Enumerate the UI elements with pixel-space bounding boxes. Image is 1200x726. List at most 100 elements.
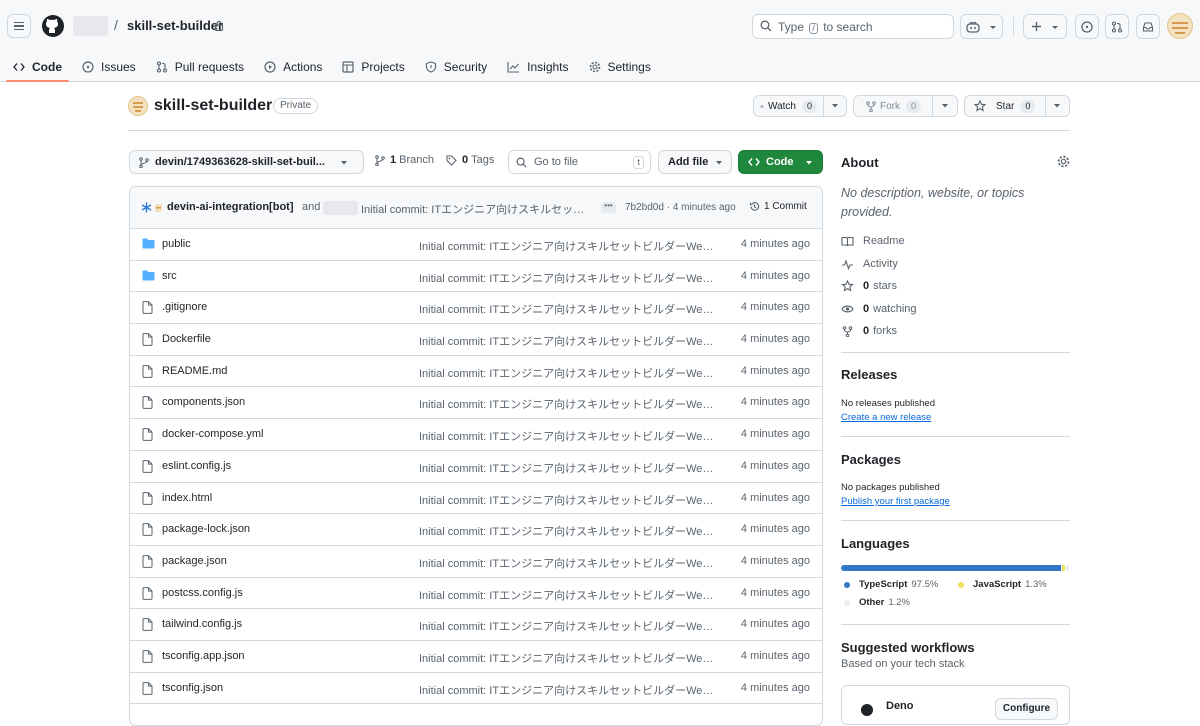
file-commit-message[interactable]: Initial commit: ITエンジニア向けスキルセットビルダーWeb..… bbox=[419, 492, 717, 508]
file-row[interactable]: components.json Initial commit: ITエンジニア向け… bbox=[130, 387, 822, 420]
file-row[interactable]: index.html Initial commit: ITエンジニア向けスキルセッ… bbox=[130, 483, 822, 515]
file-row[interactable]: tsconfig.json Initial commit: ITエンジニア向けスキ… bbox=[130, 673, 822, 705]
tab-actions[interactable]: Actions bbox=[257, 52, 329, 82]
file-row[interactable]: .gitignore Initial commit: ITエンジニア向けスキルセッ… bbox=[130, 292, 822, 325]
breadcrumb-repo-link[interactable]: skill-set-builder bbox=[127, 18, 223, 33]
add-file-button[interactable]: Add file bbox=[658, 150, 732, 174]
file-name[interactable]: package-lock.json bbox=[162, 523, 250, 535]
coauthor-redacted[interactable] bbox=[323, 201, 358, 215]
file-commit-message[interactable]: Initial commit: ITエンジニア向けスキルセットビルダーWeb..… bbox=[419, 270, 717, 286]
file-name[interactable]: public bbox=[162, 238, 191, 250]
tags-link[interactable]: 0 Tags bbox=[446, 154, 494, 166]
file-commit-message[interactable]: Initial commit: ITエンジニア向けスキルセットビルダーWeb..… bbox=[419, 460, 717, 476]
file-commit-message[interactable]: Initial commit: ITエンジニア向けスキルセットビルダーWeb..… bbox=[419, 618, 717, 634]
file-commit-message[interactable]: Initial commit: ITエンジニア向けスキルセットビルダーWeb..… bbox=[419, 555, 717, 571]
file-commit-message[interactable]: Initial commit: ITエンジニア向けスキルセットビルダーWeb..… bbox=[419, 682, 717, 698]
gear-icon[interactable] bbox=[1057, 155, 1070, 168]
file-commit-message[interactable]: Initial commit: ITエンジニア向けスキルセットビルダーWeb..… bbox=[419, 523, 717, 539]
star-dropdown[interactable] bbox=[1046, 103, 1069, 109]
search-input[interactable]: Type / to search bbox=[752, 14, 954, 39]
file-name[interactable]: docker-compose.yml bbox=[162, 428, 263, 440]
file-name[interactable]: index.html bbox=[162, 492, 212, 504]
pull-requests-button[interactable] bbox=[1105, 14, 1129, 39]
repo-title[interactable]: skill-set-builder bbox=[154, 97, 272, 115]
file-row[interactable]: public Initial commit: ITエンジニア向けスキルセットビルダ… bbox=[130, 229, 822, 261]
create-release-link[interactable]: Create a new release bbox=[841, 412, 931, 423]
publish-package-link[interactable]: Publish your first package bbox=[841, 496, 950, 507]
tab-issues[interactable]: Issues bbox=[75, 52, 143, 82]
star-button[interactable]: Star 0 bbox=[964, 95, 1070, 117]
file-commit-message[interactable]: Initial commit: ITエンジニア向けスキルセットビルダーWeb..… bbox=[419, 587, 717, 603]
file-name[interactable]: tsconfig.json bbox=[162, 682, 223, 694]
commit-message[interactable]: Initial commit: ITエンジニア向けスキルセットビルダーWeb..… bbox=[361, 201, 593, 217]
commit-author[interactable]: devin-ai-integration[bot] bbox=[167, 201, 294, 213]
file-name[interactable]: components.json bbox=[162, 396, 245, 408]
language-javascript[interactable]: JavaScript 1.3% bbox=[958, 579, 1047, 590]
file-name[interactable]: postcss.config.js bbox=[162, 587, 243, 599]
language-typescript[interactable]: TypeScript 97.5% bbox=[844, 579, 938, 590]
file-row[interactable]: README.md Initial commit: ITエンジニア向けスキルセット… bbox=[130, 356, 822, 388]
branch-selector[interactable]: devin/1749363628-skill-set-buil... bbox=[129, 150, 364, 174]
create-new-button[interactable] bbox=[1023, 14, 1067, 39]
tab-settings[interactable]: Settings bbox=[582, 52, 658, 82]
tab-pull-requests[interactable]: Pull requests bbox=[149, 52, 251, 82]
configure-button[interactable]: Configure bbox=[995, 698, 1058, 720]
watch-main[interactable]: Watch 0 bbox=[754, 96, 824, 116]
issues-button[interactable] bbox=[1075, 14, 1099, 39]
user-avatar[interactable] bbox=[1167, 13, 1193, 39]
readme-link[interactable]: Readme bbox=[841, 235, 905, 247]
stars-link[interactable]: 0 stars bbox=[841, 280, 897, 292]
file-name[interactable]: package.json bbox=[162, 555, 227, 567]
file-name[interactable]: tsconfig.app.json bbox=[162, 650, 245, 662]
packages-heading[interactable]: Packages bbox=[841, 452, 901, 467]
releases-heading[interactable]: Releases bbox=[841, 367, 897, 382]
file-commit-message[interactable]: Initial commit: ITエンジニア向けスキルセットビルダーWeb..… bbox=[419, 428, 717, 444]
file-name[interactable]: Dockerfile bbox=[162, 333, 211, 345]
branches-link[interactable]: 1 Branch bbox=[375, 154, 434, 166]
file-name[interactable]: eslint.config.js bbox=[162, 460, 231, 472]
file-name[interactable]: README.md bbox=[162, 365, 227, 377]
file-commit-message[interactable]: Initial commit: ITエンジニア向けスキルセットビルダーWeb..… bbox=[419, 301, 717, 317]
file-row[interactable]: package.json Initial commit: ITエンジニア向けスキル… bbox=[130, 546, 822, 578]
menu-button[interactable] bbox=[7, 14, 31, 38]
copilot-button[interactable] bbox=[960, 14, 1003, 39]
star-main[interactable]: Star 0 bbox=[965, 96, 1046, 116]
owner-name-redacted[interactable] bbox=[73, 16, 108, 36]
file-name[interactable]: .gitignore bbox=[162, 301, 207, 313]
file-commit-message[interactable]: Initial commit: ITエンジニア向けスキルセットビルダーWeb..… bbox=[419, 650, 717, 666]
tab-security[interactable]: Security bbox=[418, 52, 494, 82]
tab-projects[interactable]: Projects bbox=[335, 52, 411, 82]
file-row[interactable]: docker-compose.yml Initial commit: ITエンジニ… bbox=[130, 419, 822, 451]
fork-main[interactable]: Fork 0 bbox=[854, 96, 933, 116]
tab-insights[interactable]: Insights bbox=[500, 52, 575, 82]
watch-button[interactable]: Watch 0 bbox=[753, 95, 847, 117]
code-button[interactable]: Code bbox=[738, 150, 823, 174]
go-to-file-input[interactable]: Go to file t bbox=[508, 150, 651, 174]
commits-link[interactable]: 1 Commit bbox=[749, 201, 807, 212]
commit-expand-button[interactable]: ••• bbox=[601, 202, 616, 213]
github-logo-icon[interactable] bbox=[41, 14, 65, 38]
file-commit-message[interactable]: Initial commit: ITエンジニア向けスキルセットビルダーWeb..… bbox=[419, 238, 717, 254]
watch-dropdown[interactable] bbox=[824, 103, 846, 109]
file-name[interactable]: tailwind.config.js bbox=[162, 618, 242, 630]
forks-link[interactable]: 0 forks bbox=[841, 325, 897, 337]
activity-link[interactable]: Activity bbox=[841, 258, 898, 270]
commit-sha-time[interactable]: 7b2bd0d · 4 minutes ago bbox=[625, 202, 736, 213]
file-row[interactable]: tsconfig.app.json Initial commit: ITエンジニア… bbox=[130, 641, 822, 673]
file-row[interactable]: package-lock.json Initial commit: ITエンジニア… bbox=[130, 514, 822, 546]
watching-link[interactable]: 0 watching bbox=[841, 303, 917, 315]
file-row[interactable]: postcss.config.js Initial commit: ITエンジニア… bbox=[130, 578, 822, 610]
file-name[interactable]: src bbox=[162, 270, 177, 282]
file-commit-message[interactable]: Initial commit: ITエンジニア向けスキルセットビルダーWeb..… bbox=[419, 396, 717, 412]
fork-button[interactable]: Fork 0 bbox=[853, 95, 958, 117]
file-commit-message[interactable]: Initial commit: ITエンジニア向けスキルセットビルダーWeb..… bbox=[419, 333, 717, 349]
file-row[interactable]: eslint.config.js Initial commit: ITエンジニア向… bbox=[130, 451, 822, 483]
fork-dropdown[interactable] bbox=[933, 103, 957, 109]
tab-code[interactable]: Code bbox=[0, 52, 69, 82]
inbox-button[interactable] bbox=[1136, 14, 1160, 39]
file-commit-message[interactable]: Initial commit: ITエンジニア向けスキルセットビルダーWeb..… bbox=[419, 365, 717, 381]
file-row[interactable]: Dockerfile Initial commit: ITエンジニア向けスキルセッ… bbox=[130, 324, 822, 356]
commit-sha[interactable]: 7b2bd0d bbox=[625, 202, 664, 213]
file-row[interactable]: tailwind.config.js Initial commit: ITエンジニ… bbox=[130, 609, 822, 641]
file-row[interactable]: src Initial commit: ITエンジニア向けスキルセットビルダーWe… bbox=[130, 261, 822, 293]
